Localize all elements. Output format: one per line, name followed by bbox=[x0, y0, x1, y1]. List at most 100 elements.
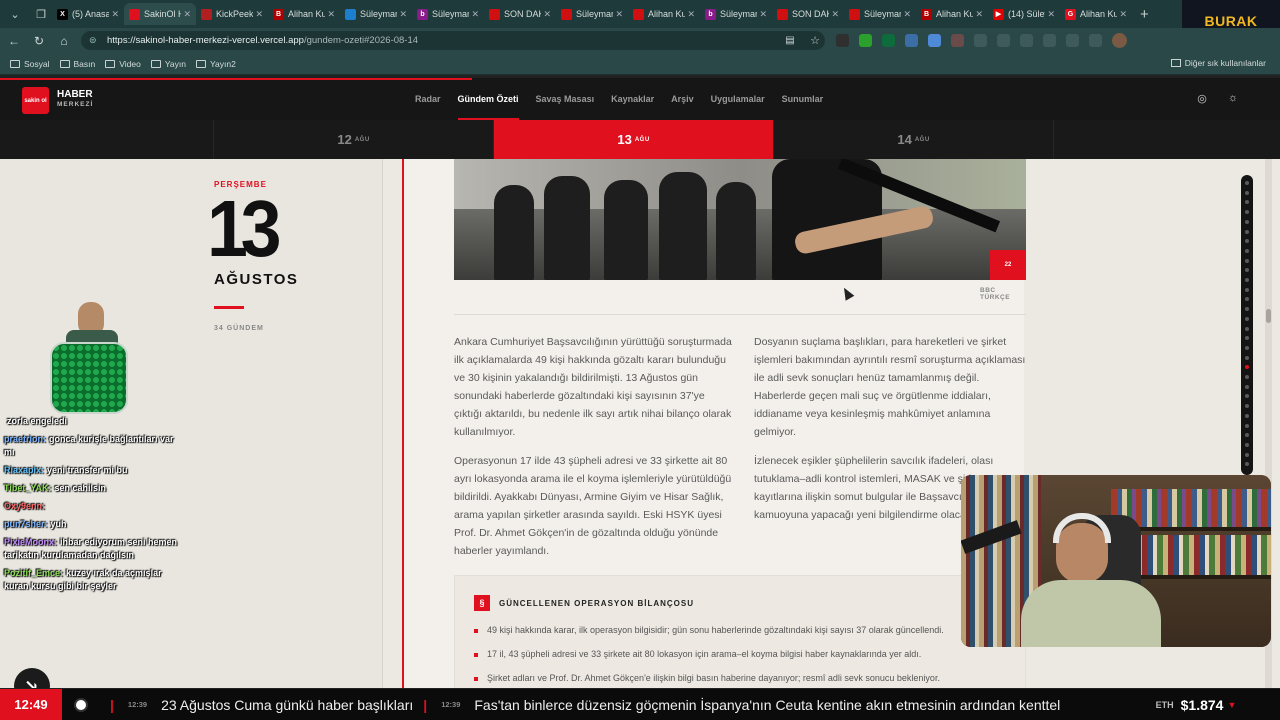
bookmark-folder[interactable]: Sosyal bbox=[10, 59, 50, 69]
target-icon[interactable]: ◎ bbox=[1195, 92, 1209, 106]
section-dot[interactable] bbox=[1245, 210, 1249, 215]
browser-tab[interactable]: b Süleyman ✕ bbox=[700, 3, 772, 25]
section-dot[interactable] bbox=[1245, 248, 1249, 253]
section-dot[interactable] bbox=[1245, 190, 1249, 195]
browser-tab[interactable]: X (5) Anasayfa✕ bbox=[52, 3, 124, 25]
browser-tab[interactable]: SakinOl Haber✕ bbox=[124, 3, 196, 25]
section-scroll-indicator[interactable] bbox=[1241, 175, 1253, 475]
section-dot[interactable] bbox=[1245, 365, 1249, 370]
close-tab-icon[interactable]: ✕ bbox=[1119, 9, 1127, 20]
home-button[interactable]: ⌂ bbox=[53, 34, 75, 48]
close-tab-icon[interactable]: ✕ bbox=[255, 9, 263, 20]
screenshot-icon[interactable] bbox=[1089, 34, 1102, 47]
nav-item[interactable]: Arşiv bbox=[671, 94, 694, 104]
section-dot[interactable] bbox=[1245, 462, 1249, 467]
close-tab-icon[interactable]: ✕ bbox=[327, 9, 335, 20]
collections-icon[interactable] bbox=[1043, 34, 1056, 47]
close-tab-icon[interactable]: ✕ bbox=[975, 9, 983, 20]
section-dot[interactable] bbox=[1245, 316, 1249, 321]
close-tab-icon[interactable]: ✕ bbox=[903, 9, 911, 20]
browser-tab[interactable]: ▶ (14) Süleyman✕ bbox=[988, 3, 1060, 25]
bookmark-folder[interactable]: Basın bbox=[59, 59, 95, 69]
bookmark-folder[interactable]: Video bbox=[105, 59, 141, 69]
nav-item[interactable]: Sunumlar bbox=[782, 94, 824, 104]
close-tab-icon[interactable]: ✕ bbox=[543, 9, 551, 20]
section-dot[interactable] bbox=[1245, 345, 1249, 350]
browser-tab[interactable]: Süleyman ✕ bbox=[340, 3, 412, 25]
section-dot[interactable] bbox=[1245, 307, 1249, 312]
close-tab-icon[interactable]: ✕ bbox=[759, 9, 767, 20]
back-button[interactable]: ← bbox=[3, 34, 25, 48]
section-dot[interactable] bbox=[1245, 268, 1249, 273]
extension-icon[interactable] bbox=[882, 34, 895, 47]
browser-essentials-icon[interactable] bbox=[1066, 34, 1079, 47]
date-tab[interactable]: 13 AĞU bbox=[494, 120, 774, 159]
site-logo-text[interactable]: HABER MERKEZİ bbox=[57, 90, 93, 110]
section-dot[interactable] bbox=[1245, 355, 1249, 360]
extension-icon[interactable] bbox=[859, 34, 872, 47]
close-tab-icon[interactable]: ✕ bbox=[831, 9, 839, 20]
site-logo[interactable]: sakin ol bbox=[22, 87, 49, 114]
browser-tab[interactable]: Süleyman ✕ bbox=[844, 3, 916, 25]
nav-item[interactable]: Kaynaklar bbox=[611, 94, 654, 104]
section-dot[interactable] bbox=[1245, 423, 1249, 428]
section-dot[interactable] bbox=[1245, 404, 1249, 409]
section-dot[interactable] bbox=[1245, 200, 1249, 205]
browser-tab[interactable]: G Alihan Kuzu✕ bbox=[1060, 3, 1132, 25]
section-dot[interactable] bbox=[1245, 394, 1249, 399]
extension-icon[interactable] bbox=[928, 34, 941, 47]
close-tab-icon[interactable]: ✕ bbox=[399, 9, 407, 20]
tab-list-button[interactable]: ⌄ bbox=[4, 3, 26, 25]
section-dot[interactable] bbox=[1245, 384, 1249, 389]
section-dot[interactable] bbox=[1245, 287, 1249, 292]
reader-mode-icon[interactable]: ▤ bbox=[779, 35, 801, 46]
extensions-puzzle-icon[interactable] bbox=[974, 34, 987, 47]
nav-item[interactable]: Gündem Özeti bbox=[457, 94, 519, 120]
browser-tab[interactable]: SON DAKİKA✕ bbox=[484, 3, 556, 25]
close-tab-icon[interactable]: ✕ bbox=[687, 9, 695, 20]
scrollbar-thumb[interactable] bbox=[1266, 309, 1271, 323]
favorite-star-icon[interactable]: ☆ bbox=[804, 34, 826, 47]
close-tab-icon[interactable]: ✕ bbox=[1047, 9, 1055, 20]
browser-tab[interactable]: B Alihan Kuzu✕ bbox=[268, 3, 340, 25]
bookmark-folder[interactable]: Yayın bbox=[150, 59, 186, 69]
section-dot[interactable] bbox=[1245, 239, 1249, 244]
browser-tab[interactable]: KickPeek ✕ bbox=[196, 3, 268, 25]
section-dot[interactable] bbox=[1245, 258, 1249, 263]
browser-tab[interactable]: SON DAKİKA✕ bbox=[772, 3, 844, 25]
extension-icon[interactable] bbox=[951, 34, 964, 47]
nav-item[interactable]: Savaş Masası bbox=[536, 94, 595, 104]
theme-toggle-icon[interactable]: ☼ bbox=[1226, 92, 1240, 106]
extension-icon[interactable] bbox=[905, 34, 918, 47]
browser-tab[interactable]: b Süleyman ✕ bbox=[412, 3, 484, 25]
split-screen-icon[interactable] bbox=[997, 34, 1010, 47]
section-dot[interactable] bbox=[1245, 433, 1249, 438]
nav-item[interactable]: Uygulamalar bbox=[711, 94, 765, 104]
close-tab-icon[interactable]: ✕ bbox=[183, 9, 191, 20]
section-dot[interactable] bbox=[1245, 181, 1249, 185]
section-dot[interactable] bbox=[1245, 442, 1249, 447]
section-dot[interactable] bbox=[1245, 297, 1249, 302]
section-dot[interactable] bbox=[1245, 278, 1249, 282]
section-dot[interactable] bbox=[1245, 229, 1249, 234]
close-tab-icon[interactable]: ✕ bbox=[111, 9, 119, 20]
section-dot[interactable] bbox=[1245, 413, 1249, 418]
other-bookmarks[interactable]: Diğer sık kullanılanlar bbox=[1170, 58, 1266, 68]
url-field[interactable]: ⊜ https://sakinol-haber-merkezi-vercel.v… bbox=[81, 31, 825, 50]
profile-avatar[interactable] bbox=[1112, 33, 1127, 48]
date-tab[interactable]: 12 AĞU bbox=[214, 120, 494, 159]
reload-button[interactable]: ↻ bbox=[28, 34, 50, 48]
section-dot[interactable] bbox=[1245, 219, 1249, 224]
section-dot[interactable] bbox=[1245, 336, 1249, 341]
bookmark-folder[interactable]: Yayın2 bbox=[195, 59, 236, 69]
article-photo[interactable]: 22 bbox=[454, 159, 1026, 280]
browser-tab[interactable]: Süleyman ✕ bbox=[556, 3, 628, 25]
new-tab-button[interactable]: + bbox=[1140, 6, 1149, 23]
browser-tab[interactable]: B Alihan Kuzu✕ bbox=[916, 3, 988, 25]
section-dot[interactable] bbox=[1245, 375, 1249, 379]
section-dot[interactable] bbox=[1245, 452, 1249, 457]
browser-tab[interactable]: Alihan Kuzu✕ bbox=[628, 3, 700, 25]
close-tab-icon[interactable]: ✕ bbox=[615, 9, 623, 20]
extension-icon[interactable] bbox=[836, 34, 849, 47]
workspaces-icon[interactable]: ❐ bbox=[30, 3, 52, 25]
